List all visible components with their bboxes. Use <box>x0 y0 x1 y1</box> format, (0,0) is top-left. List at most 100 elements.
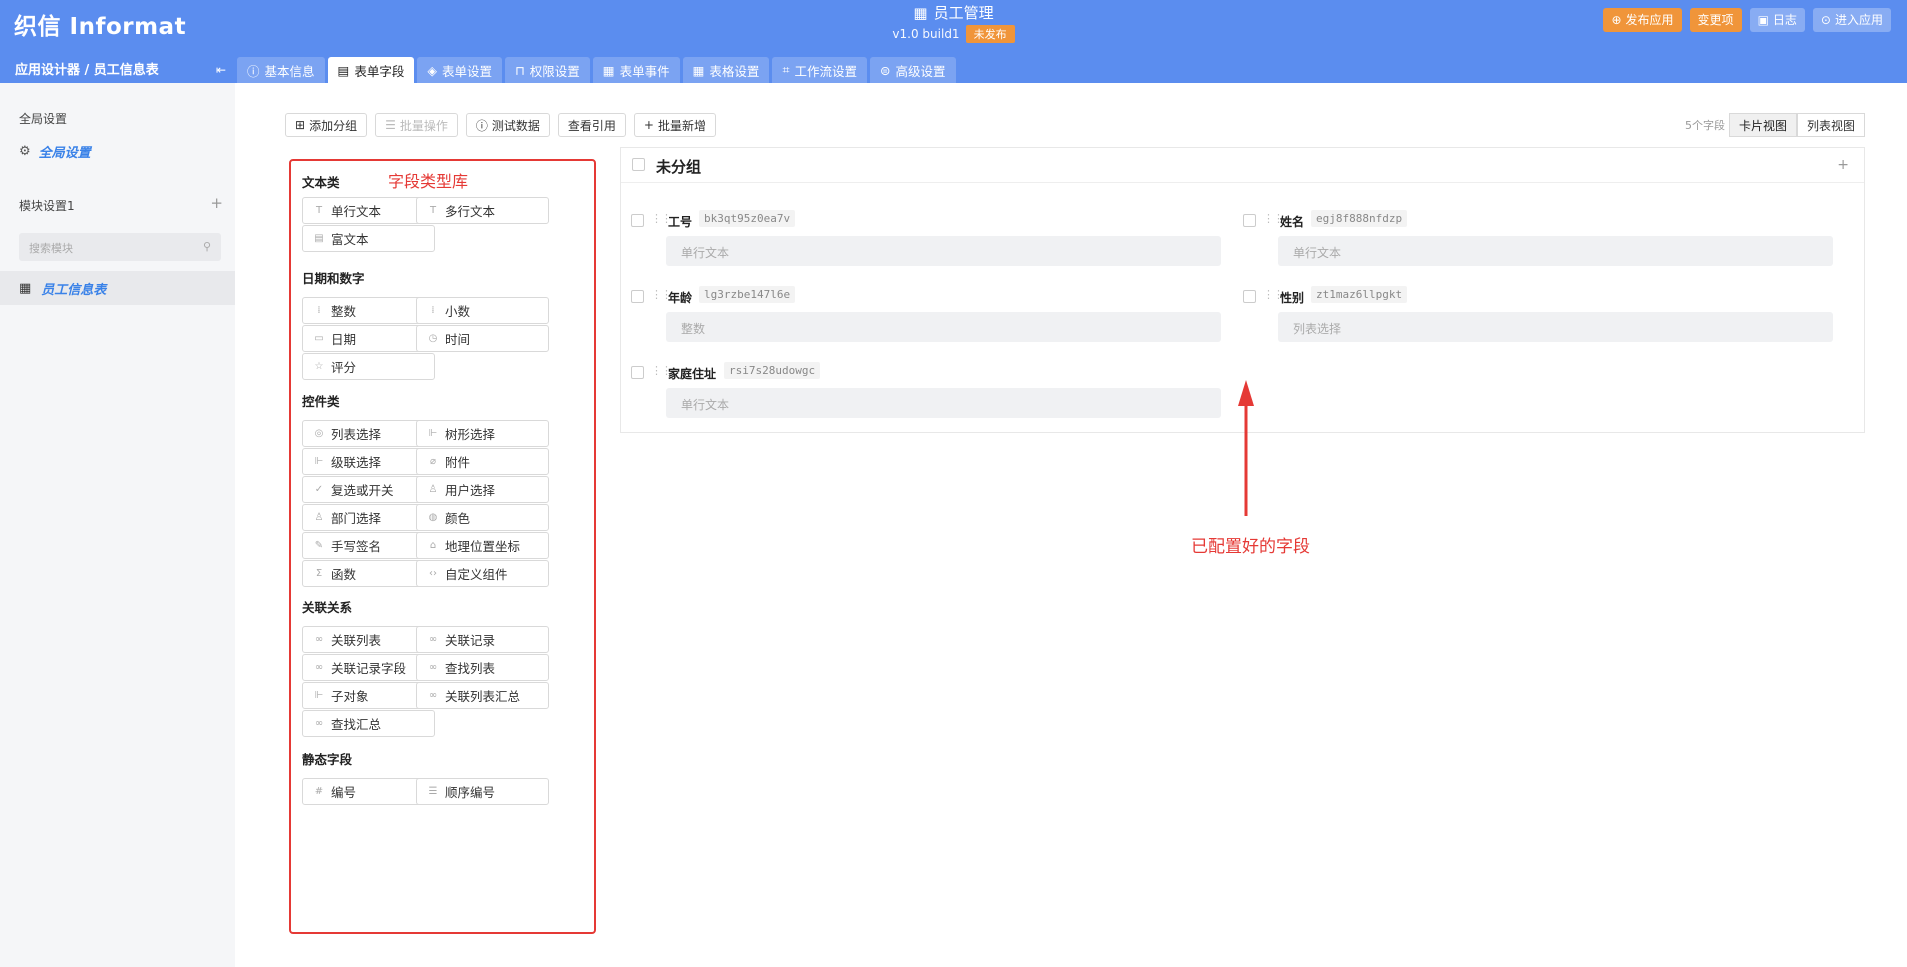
field-type-icon: ☰ <box>428 786 438 797</box>
field-type-icon: ◍ <box>428 512 438 523</box>
field-type-label: 地理位置坐标 <box>445 539 521 554</box>
global-settings-header: 全局设置 <box>19 112 68 126</box>
field-type-icon: ✎ <box>314 540 324 551</box>
test-data-button[interactable]: ⓘ 测试数据 <box>465 113 550 137</box>
add-module-icon[interactable]: + <box>210 194 223 214</box>
lock-icon: ⊓ <box>515 62 525 78</box>
configured-fields-annotation: 已配置好的字段 <box>1191 537 1310 557</box>
field-type-label: 子对象 <box>331 689 369 704</box>
app-version: v1.0 build1 <box>892 27 960 41</box>
publish-button[interactable]: ⊕ 发布应用 <box>1603 8 1682 32</box>
enter-app-button[interactable]: ⊙ 进入应用 <box>1812 8 1891 32</box>
field-id: rsi7s28udowgc <box>724 362 821 379</box>
field-type-label: 颜色 <box>445 511 471 526</box>
field-type-icon: ☆ <box>314 361 324 372</box>
list-icon: ☰ <box>385 118 396 132</box>
field-type-icon: T <box>315 205 323 216</box>
add-field-icon[interactable]: + <box>1837 157 1849 173</box>
field-name: 姓名 <box>1280 215 1305 229</box>
field-type-label: 小数 <box>445 304 471 319</box>
field-id: bk3qt95z0ea7v <box>699 210 796 227</box>
field-type-label: 时间 <box>445 332 471 347</box>
layers-icon: ◈ <box>427 62 437 78</box>
form-field-card[interactable]: ⋮⋮ 年龄 lg3rzbe147l6e 整数 <box>621 286 1221 346</box>
field-type-button[interactable]: ⌂ 地理位置坐标 <box>416 532 549 559</box>
form-field-card[interactable]: ⋮⋮ 工号 bk3qt95z0ea7v 单行文本 <box>621 210 1221 270</box>
field-type-button[interactable]: T 多行文本 <box>416 197 549 224</box>
field-type-button[interactable]: ◍ 颜色 <box>416 504 549 531</box>
field-type-button[interactable]: ▤ 富文本 <box>302 225 435 252</box>
workflow-icon: ⌗ <box>782 62 790 77</box>
enter-icon: ⊙ <box>1820 13 1831 27</box>
gear-icon: ⚙ <box>19 144 31 159</box>
field-type-library: 文本类 T 单行文本 T 多行文本 ▤ 富文本 日期和数字 ⁞ 整数 ⁞ 小数 ▭ 日期 ◷ 时间 ☆ 评分 控件类… <box>289 159 596 934</box>
breadcrumb: 应用设计器 / 员工信息表 <box>15 63 159 78</box>
field-type-icon: ∞ <box>314 718 324 729</box>
tab-form-fields[interactable]: ▤ 表单字段 <box>327 57 415 83</box>
image-icon: ▣ <box>1757 13 1769 27</box>
changes-button[interactable]: 变更项 <box>1689 8 1742 32</box>
field-checkbox[interactable] <box>631 290 644 303</box>
field-count: 5个字段 <box>1684 119 1725 132</box>
field-checkbox[interactable] <box>631 214 644 227</box>
form-field-card[interactable]: ⋮⋮ 家庭住址 rsi7s28udowgc 单行文本 <box>621 362 1221 422</box>
add-group-button[interactable]: ⊞ 添加分组 <box>285 113 368 137</box>
field-type-button[interactable]: ☰ 顺序编号 <box>416 778 549 805</box>
sidebar-item-global-settings[interactable]: ⚙ 全局设置 <box>19 142 91 161</box>
field-type-button[interactable]: ⁞ 小数 <box>416 297 549 324</box>
field-preview-input: 单行文本 <box>666 236 1221 266</box>
tab-basic-info[interactable]: ⓘ 基本信息 <box>237 57 325 83</box>
field-type-label: 关联列表 <box>331 633 382 648</box>
log-button[interactable]: ▣ 日志 <box>1749 8 1805 32</box>
field-type-button[interactable]: ☆ 评分 <box>302 353 435 380</box>
category-header: 静态字段 <box>302 752 353 767</box>
list-view-button[interactable]: 列表视图 <box>1796 113 1865 137</box>
field-type-icon: ▤ <box>314 233 324 244</box>
tab-workflow[interactable]: ⌗ 工作流设置 <box>772 57 867 83</box>
field-type-button[interactable]: ∞ 查找汇总 <box>302 710 435 737</box>
field-checkbox[interactable] <box>631 366 644 379</box>
batch-add-button[interactable]: + 批量新增 <box>633 113 716 137</box>
field-checkbox[interactable] <box>1243 214 1256 227</box>
field-checkbox[interactable] <box>1243 290 1256 303</box>
top-bar: 织信 Informat ▦ 员工管理 v1.0 build1 未发布 ⊕ 发布应用 变… <box>0 0 1907 83</box>
form-field-card[interactable]: ⋮⋮ 姓名 egj8f888nfdzp 单行文本 <box>1233 210 1833 270</box>
module-search-input[interactable]: 搜索模块 ⚲ <box>19 233 221 261</box>
field-type-button[interactable]: ∞ 关联记录 <box>416 626 549 653</box>
category-header: 文本类 <box>302 175 340 190</box>
tab-table-settings[interactable]: ▦ 表格设置 <box>682 57 770 83</box>
field-type-label: 自定义组件 <box>445 567 508 582</box>
sidebar-item-employee-table[interactable]: ▦ 员工信息表 <box>0 271 235 305</box>
tab-advanced[interactable]: ⊜ 高级设置 <box>870 57 956 83</box>
category-header: 关联关系 <box>302 600 353 615</box>
field-type-icon: ◎ <box>314 428 324 439</box>
field-type-icon: ⊩ <box>428 428 438 439</box>
field-type-button[interactable]: ⌀ 附件 <box>416 448 549 475</box>
group-checkbox[interactable] <box>632 158 645 171</box>
search-icon: ⚲ <box>202 240 211 253</box>
group-header: 未分组 + <box>621 148 1864 183</box>
field-type-button[interactable]: ⊩ 树形选择 <box>416 420 549 447</box>
field-type-label: 关联记录字段 <box>331 661 407 676</box>
field-name: 工号 <box>668 215 693 229</box>
field-type-icon: # <box>314 786 324 797</box>
field-type-label: 函数 <box>331 567 357 582</box>
view-reference-button[interactable]: 查看引用 <box>557 113 626 137</box>
field-type-icon: Σ <box>315 568 323 579</box>
field-type-button[interactable]: ‹› 自定义组件 <box>416 560 549 587</box>
field-type-label: 富文本 <box>331 232 369 247</box>
field-type-button[interactable]: ∞ 查找列表 <box>416 654 549 681</box>
view-switcher: 5个字段 卡片视图 列表视图 <box>1685 113 1865 137</box>
field-type-label: 查找汇总 <box>331 717 382 732</box>
card-view-button[interactable]: 卡片视图 <box>1728 113 1797 137</box>
collapse-sidebar-icon[interactable]: ⇤ <box>216 63 226 77</box>
tab-form-settings[interactable]: ◈ 表单设置 <box>417 57 502 83</box>
batch-operation-button[interactable]: ☰ 批量操作 <box>375 113 458 137</box>
tab-permissions[interactable]: ⊓ 权限设置 <box>505 57 590 83</box>
field-type-button[interactable]: ◷ 时间 <box>416 325 549 352</box>
field-type-button[interactable]: ♙ 用户选择 <box>416 476 549 503</box>
tab-form-events[interactable]: ▦ 表单事件 <box>592 57 680 83</box>
form-field-card[interactable]: ⋮⋮ 性别 zt1maz6llpgkt 列表选择 <box>1233 286 1833 346</box>
event-icon: ▦ <box>602 62 615 78</box>
field-type-button[interactable]: ∞ 关联列表汇总 <box>416 682 549 709</box>
